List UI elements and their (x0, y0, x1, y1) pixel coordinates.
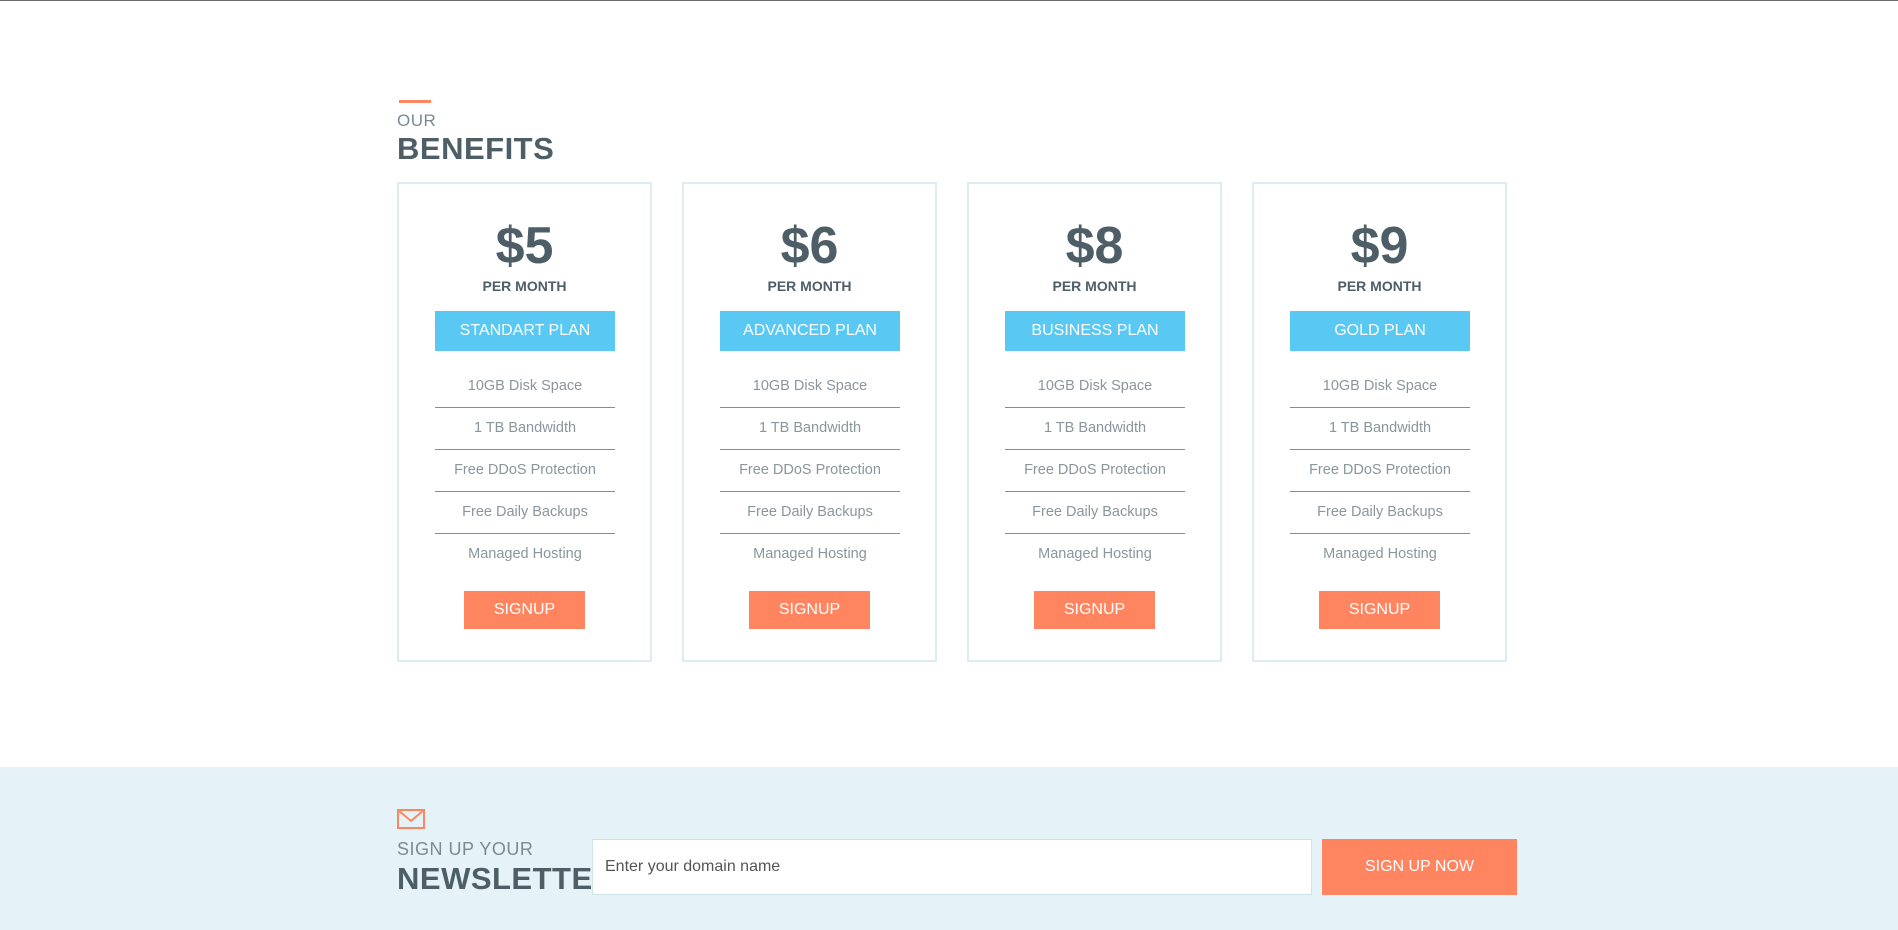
plan-price: $6 (780, 217, 839, 275)
plan-name-badge: BUSINESS PLAN (1005, 311, 1185, 351)
domain-name-input[interactable] (592, 839, 1312, 895)
plan-feature: Free Daily Backups (435, 492, 615, 534)
plan-feature: 10GB Disk Space (435, 366, 615, 408)
plan-card-advanced: $6 PER MONTH ADVANCED PLAN 10GB Disk Spa… (682, 182, 937, 662)
plan-feature-list: 10GB Disk Space 1 TB Bandwidth Free DDoS… (435, 366, 615, 576)
plan-price: $9 (1350, 217, 1409, 275)
signup-button-gold[interactable]: SIGNUP (1319, 591, 1440, 629)
plan-feature: Managed Hosting (753, 546, 867, 562)
plan-feature-list: 10GB Disk Space 1 TB Bandwidth Free DDoS… (1290, 366, 1470, 576)
section-title: BENEFITS (397, 131, 555, 166)
plan-price: $8 (1065, 217, 1124, 275)
plan-feature: 10GB Disk Space (1290, 366, 1470, 408)
plan-card-gold: $9 PER MONTH GOLD PLAN 10GB Disk Space 1… (1252, 182, 1507, 662)
plan-feature-list: 10GB Disk Space 1 TB Bandwidth Free DDoS… (1005, 366, 1185, 576)
plan-feature: Managed Hosting (468, 546, 582, 562)
sign-up-now-button[interactable]: SIGN UP NOW (1322, 839, 1517, 895)
plan-feature: Free Daily Backups (1290, 492, 1470, 534)
plan-period: PER MONTH (1052, 278, 1137, 294)
signup-button-business[interactable]: SIGNUP (1034, 591, 1155, 629)
section-kicker: OUR (397, 111, 437, 130)
plan-feature: Free DDoS Protection (1005, 450, 1185, 492)
plan-card-standart: $5 PER MONTH STANDART PLAN 10GB Disk Spa… (397, 182, 652, 662)
plan-period: PER MONTH (767, 278, 852, 294)
section-accent-bar (399, 100, 431, 103)
plan-feature: 10GB Disk Space (1005, 366, 1185, 408)
plan-feature: 1 TB Bandwidth (1005, 408, 1185, 450)
plan-feature: 1 TB Bandwidth (435, 408, 615, 450)
signup-button-advanced[interactable]: SIGNUP (749, 591, 870, 629)
plan-card-business: $8 PER MONTH BUSINESS PLAN 10GB Disk Spa… (967, 182, 1222, 662)
plan-feature: 1 TB Bandwidth (720, 408, 900, 450)
newsletter-kicker: SIGN UP YOUR (397, 839, 534, 859)
plan-period: PER MONTH (482, 278, 567, 294)
newsletter-section: SIGN UP YOUR NEWSLETTER SIGN UP NOW (0, 767, 1898, 930)
plan-name-badge: GOLD PLAN (1290, 311, 1470, 351)
top-divider (0, 0, 1898, 1)
plan-name-badge: STANDART PLAN (435, 311, 615, 351)
plan-feature: Free DDoS Protection (435, 450, 615, 492)
plan-feature: Managed Hosting (1323, 546, 1437, 562)
envelope-icon (397, 809, 425, 829)
newsletter-title: NEWSLETTER (397, 861, 616, 896)
pricing-plans: $5 PER MONTH STANDART PLAN 10GB Disk Spa… (397, 182, 1507, 662)
plan-period: PER MONTH (1337, 278, 1422, 294)
plan-feature: Free Daily Backups (720, 492, 900, 534)
plan-name-badge: ADVANCED PLAN (720, 311, 900, 351)
plan-price: $5 (495, 217, 554, 275)
plan-feature: Free DDoS Protection (1290, 450, 1470, 492)
signup-button-standart[interactable]: SIGNUP (464, 591, 585, 629)
plan-feature: Managed Hosting (1038, 546, 1152, 562)
plan-feature: 1 TB Bandwidth (1290, 408, 1470, 450)
plan-feature: Free Daily Backups (1005, 492, 1185, 534)
plan-feature-list: 10GB Disk Space 1 TB Bandwidth Free DDoS… (720, 366, 900, 576)
plan-feature: 10GB Disk Space (720, 366, 900, 408)
plan-feature: Free DDoS Protection (720, 450, 900, 492)
